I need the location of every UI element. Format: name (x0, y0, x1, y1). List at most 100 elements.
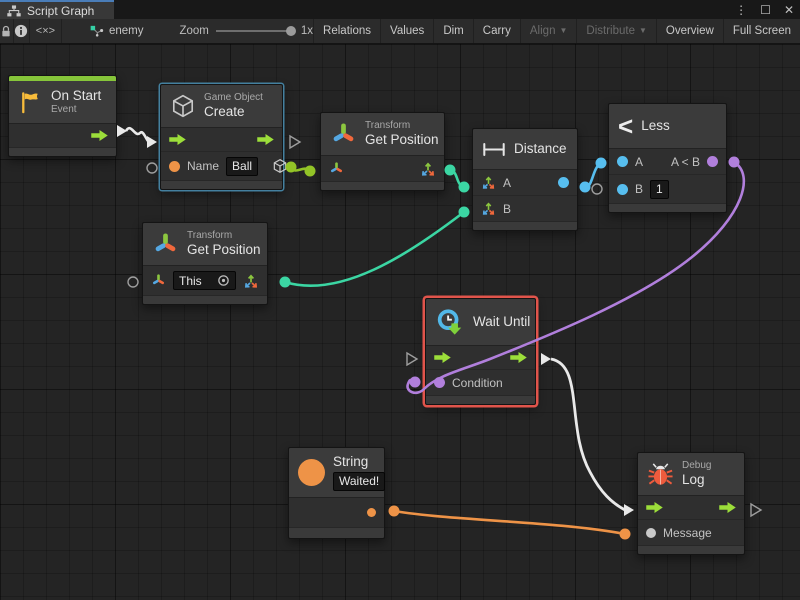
fullscreen-button[interactable]: Full Screen (723, 19, 800, 43)
node-footer (321, 182, 444, 190)
vector3-output-port[interactable] (243, 273, 259, 289)
wire-waituntil-to-debuglog[interactable] (551, 359, 625, 510)
message-input-port[interactable] (646, 528, 656, 538)
unconnected-flow-triangle[interactable] (407, 353, 417, 365)
flow-input-port[interactable] (434, 352, 451, 363)
distance-icon (482, 142, 506, 157)
b-value-field[interactable]: 1 (650, 180, 669, 199)
toolbar-buttons: Relations Values Dim Carry Align▼ Distri… (313, 19, 800, 43)
inspect-button[interactable] (14, 19, 30, 43)
transform-input-port[interactable] (329, 161, 344, 176)
input-a-port[interactable] (617, 156, 628, 167)
node-title: Less (641, 118, 670, 134)
string-value-field[interactable]: Waited! (333, 472, 385, 491)
wire-endpoint-dot (620, 529, 631, 540)
dim-button[interactable]: Dim (433, 19, 472, 43)
node-debug-log[interactable]: Debug Log Message (637, 452, 745, 555)
zoom-level: 1x (301, 25, 313, 37)
zoom-control: Zoom 1x (179, 19, 313, 43)
node-subtitle: Transform (187, 230, 261, 242)
node-less[interactable]: < Less A A < B B 1 (608, 103, 727, 213)
bool-output-port[interactable] (707, 156, 718, 167)
target-picker-icon[interactable] (217, 274, 230, 287)
name-input-port[interactable] (169, 161, 180, 172)
name-port-label: Name (187, 159, 219, 173)
node-game-object-create[interactable]: Game Object Create Name Ball (160, 84, 283, 190)
wire-getposition1-to-distance-a[interactable] (450, 170, 464, 187)
node-wait-until[interactable]: Wait Until Condition (425, 298, 536, 405)
vector3-output-port[interactable] (420, 161, 436, 177)
lock-icon (0, 25, 12, 38)
vector3-input-port-a[interactable] (481, 175, 496, 190)
graph-canvas[interactable]: On Start Event Game Object Create (0, 44, 800, 600)
message-label: Message (663, 526, 712, 540)
node-title: Get Position (365, 132, 439, 148)
input-b-label: B (635, 182, 643, 196)
node-get-position-1[interactable]: Transform Get Position (320, 112, 445, 191)
wire-getposition2-to-distance-b[interactable] (285, 212, 464, 286)
align-dropdown[interactable]: Align▼ (520, 19, 577, 43)
flow-output-port[interactable] (91, 130, 108, 141)
wire-create-to-getposition1[interactable] (291, 167, 310, 171)
node-footer (161, 181, 282, 189)
values-button[interactable]: Values (380, 19, 433, 43)
target-value-field[interactable]: This (173, 271, 236, 290)
relations-button[interactable]: Relations (313, 19, 380, 43)
vector3-input-port-b[interactable] (481, 201, 496, 216)
carry-button[interactable]: Carry (473, 19, 520, 43)
unconnected-flow-triangle[interactable] (290, 136, 300, 148)
string-output-port[interactable] (367, 508, 376, 517)
flow-input-port[interactable] (646, 502, 663, 513)
hierarchy-icon (7, 5, 21, 17)
wire-endpoint-dot (596, 158, 607, 169)
code-preview-button[interactable]: <×> (30, 19, 62, 43)
wire-endpoint-dot (729, 157, 740, 168)
graph-reference[interactable]: enemy (80, 19, 154, 43)
tab-bar: Script Graph ⋮ ☐ ✕ (0, 0, 800, 19)
maximize-button[interactable]: ☐ (760, 3, 771, 17)
flow-input-port[interactable] (169, 134, 186, 145)
gameobject-output-port[interactable] (272, 158, 288, 174)
flow-output-port[interactable] (257, 134, 274, 145)
node-footer (9, 148, 116, 156)
zoom-slider-handle[interactable] (286, 26, 296, 36)
wire-endpoint-dot (580, 182, 591, 193)
input-a-label: A (503, 176, 511, 190)
node-title: Create (204, 104, 263, 120)
graph-name: enemy (109, 25, 144, 37)
node-on-start-event[interactable]: On Start Event (8, 75, 117, 157)
input-b-label: B (503, 202, 511, 216)
condition-label: Condition (452, 376, 503, 390)
condition-input-port[interactable] (434, 377, 445, 388)
zoom-slider[interactable] (216, 30, 294, 32)
node-string[interactable]: String Waited! (288, 447, 385, 539)
window-menu-button[interactable]: ⋮ (735, 3, 747, 17)
wire-endpoint-dot (459, 207, 470, 218)
node-subtitle: Debug (682, 460, 711, 472)
unconnected-port-circle[interactable] (128, 277, 138, 287)
overview-button[interactable]: Overview (656, 19, 723, 43)
node-subtitle: Transform (365, 120, 439, 132)
wire-endpoint-dot (445, 165, 456, 176)
wire-string-to-debuglog-message[interactable] (394, 511, 625, 534)
float-output-port[interactable] (558, 177, 569, 188)
less-icon: < (618, 113, 633, 139)
unconnected-port-circle[interactable] (592, 184, 602, 194)
unconnected-port-circle[interactable] (147, 163, 157, 173)
node-distance[interactable]: Distance A B (472, 128, 578, 231)
wire-onstart-to-create[interactable] (126, 128, 148, 141)
graph-toolbar: <×> enemy Zoom 1x Relations Values Dim C… (0, 19, 800, 44)
tab-script-graph[interactable]: Script Graph (0, 0, 114, 19)
wire-distance-to-less-a[interactable] (585, 163, 601, 187)
lock-button[interactable] (0, 19, 14, 43)
flow-output-port[interactable] (510, 352, 527, 363)
name-value-field[interactable]: Ball (226, 157, 258, 176)
node-get-position-2[interactable]: Transform Get Position This (142, 222, 268, 305)
input-b-port[interactable] (617, 184, 628, 195)
flow-output-port[interactable] (719, 502, 736, 513)
distribute-dropdown[interactable]: Distribute▼ (576, 19, 656, 43)
transform-input-port[interactable] (151, 273, 166, 288)
wire-endpoint-dot (280, 277, 291, 288)
close-button[interactable]: ✕ (784, 3, 794, 17)
unconnected-flow-triangle[interactable] (751, 504, 761, 516)
